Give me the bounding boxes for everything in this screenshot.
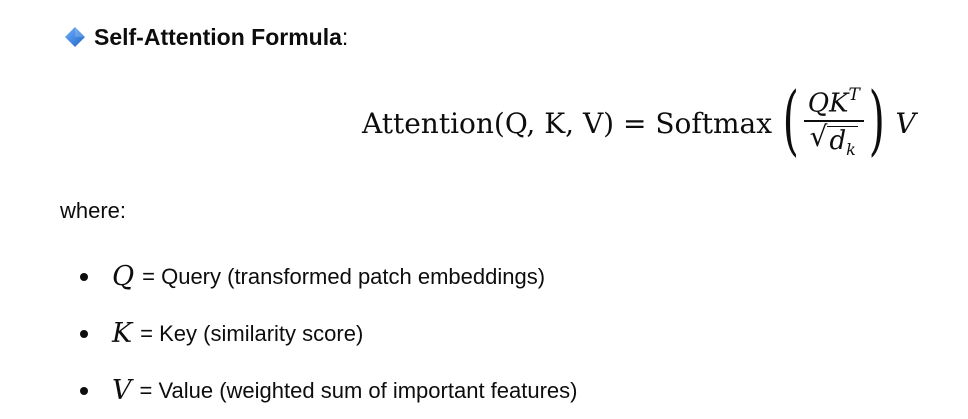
attention-formula: Attention(Q, K, V) = Softmax ( QKT √ dk …	[362, 78, 916, 168]
sqrt-icon: √	[809, 119, 828, 153]
definition-list: Q = Query (transformed patch embeddings)…	[60, 248, 577, 419]
list-item: V = Value (weighted sum of important fea…	[60, 362, 577, 419]
right-paren: )	[868, 75, 885, 164]
section-heading: Self-Attention Formula:	[64, 22, 348, 52]
heading-title: Self-Attention Formula	[94, 24, 342, 50]
left-paren: (	[782, 75, 800, 164]
fraction-denominator: √ dk	[809, 119, 858, 164]
list-item: K = Key (similarity score)	[60, 305, 577, 362]
definition-text: = Query (transformed patch embeddings)	[142, 263, 546, 289]
blue-diamond-icon	[65, 27, 85, 47]
bullet-icon	[80, 272, 88, 281]
formula-lhs: Attention(Q, K, V) = Softmax	[362, 106, 773, 140]
bullet-icon	[80, 329, 88, 338]
formula-trailing-v: V	[895, 106, 916, 140]
list-item: Q = Query (transformed patch embeddings)	[60, 248, 577, 305]
where-label: where:	[60, 198, 127, 223]
definition-text: = Key (similarity score)	[140, 320, 364, 346]
formula-fraction: QKT √ dk	[803, 82, 864, 164]
definition-symbol: Q	[112, 261, 135, 292]
fraction-numerator: QKT	[807, 84, 860, 119]
definition-text: = Value (weighted sum of important featu…	[139, 377, 578, 403]
heading-colon: :	[341, 24, 349, 50]
definition-symbol: V	[112, 375, 132, 406]
definition-symbol: K	[112, 318, 133, 349]
bullet-icon	[80, 386, 88, 395]
